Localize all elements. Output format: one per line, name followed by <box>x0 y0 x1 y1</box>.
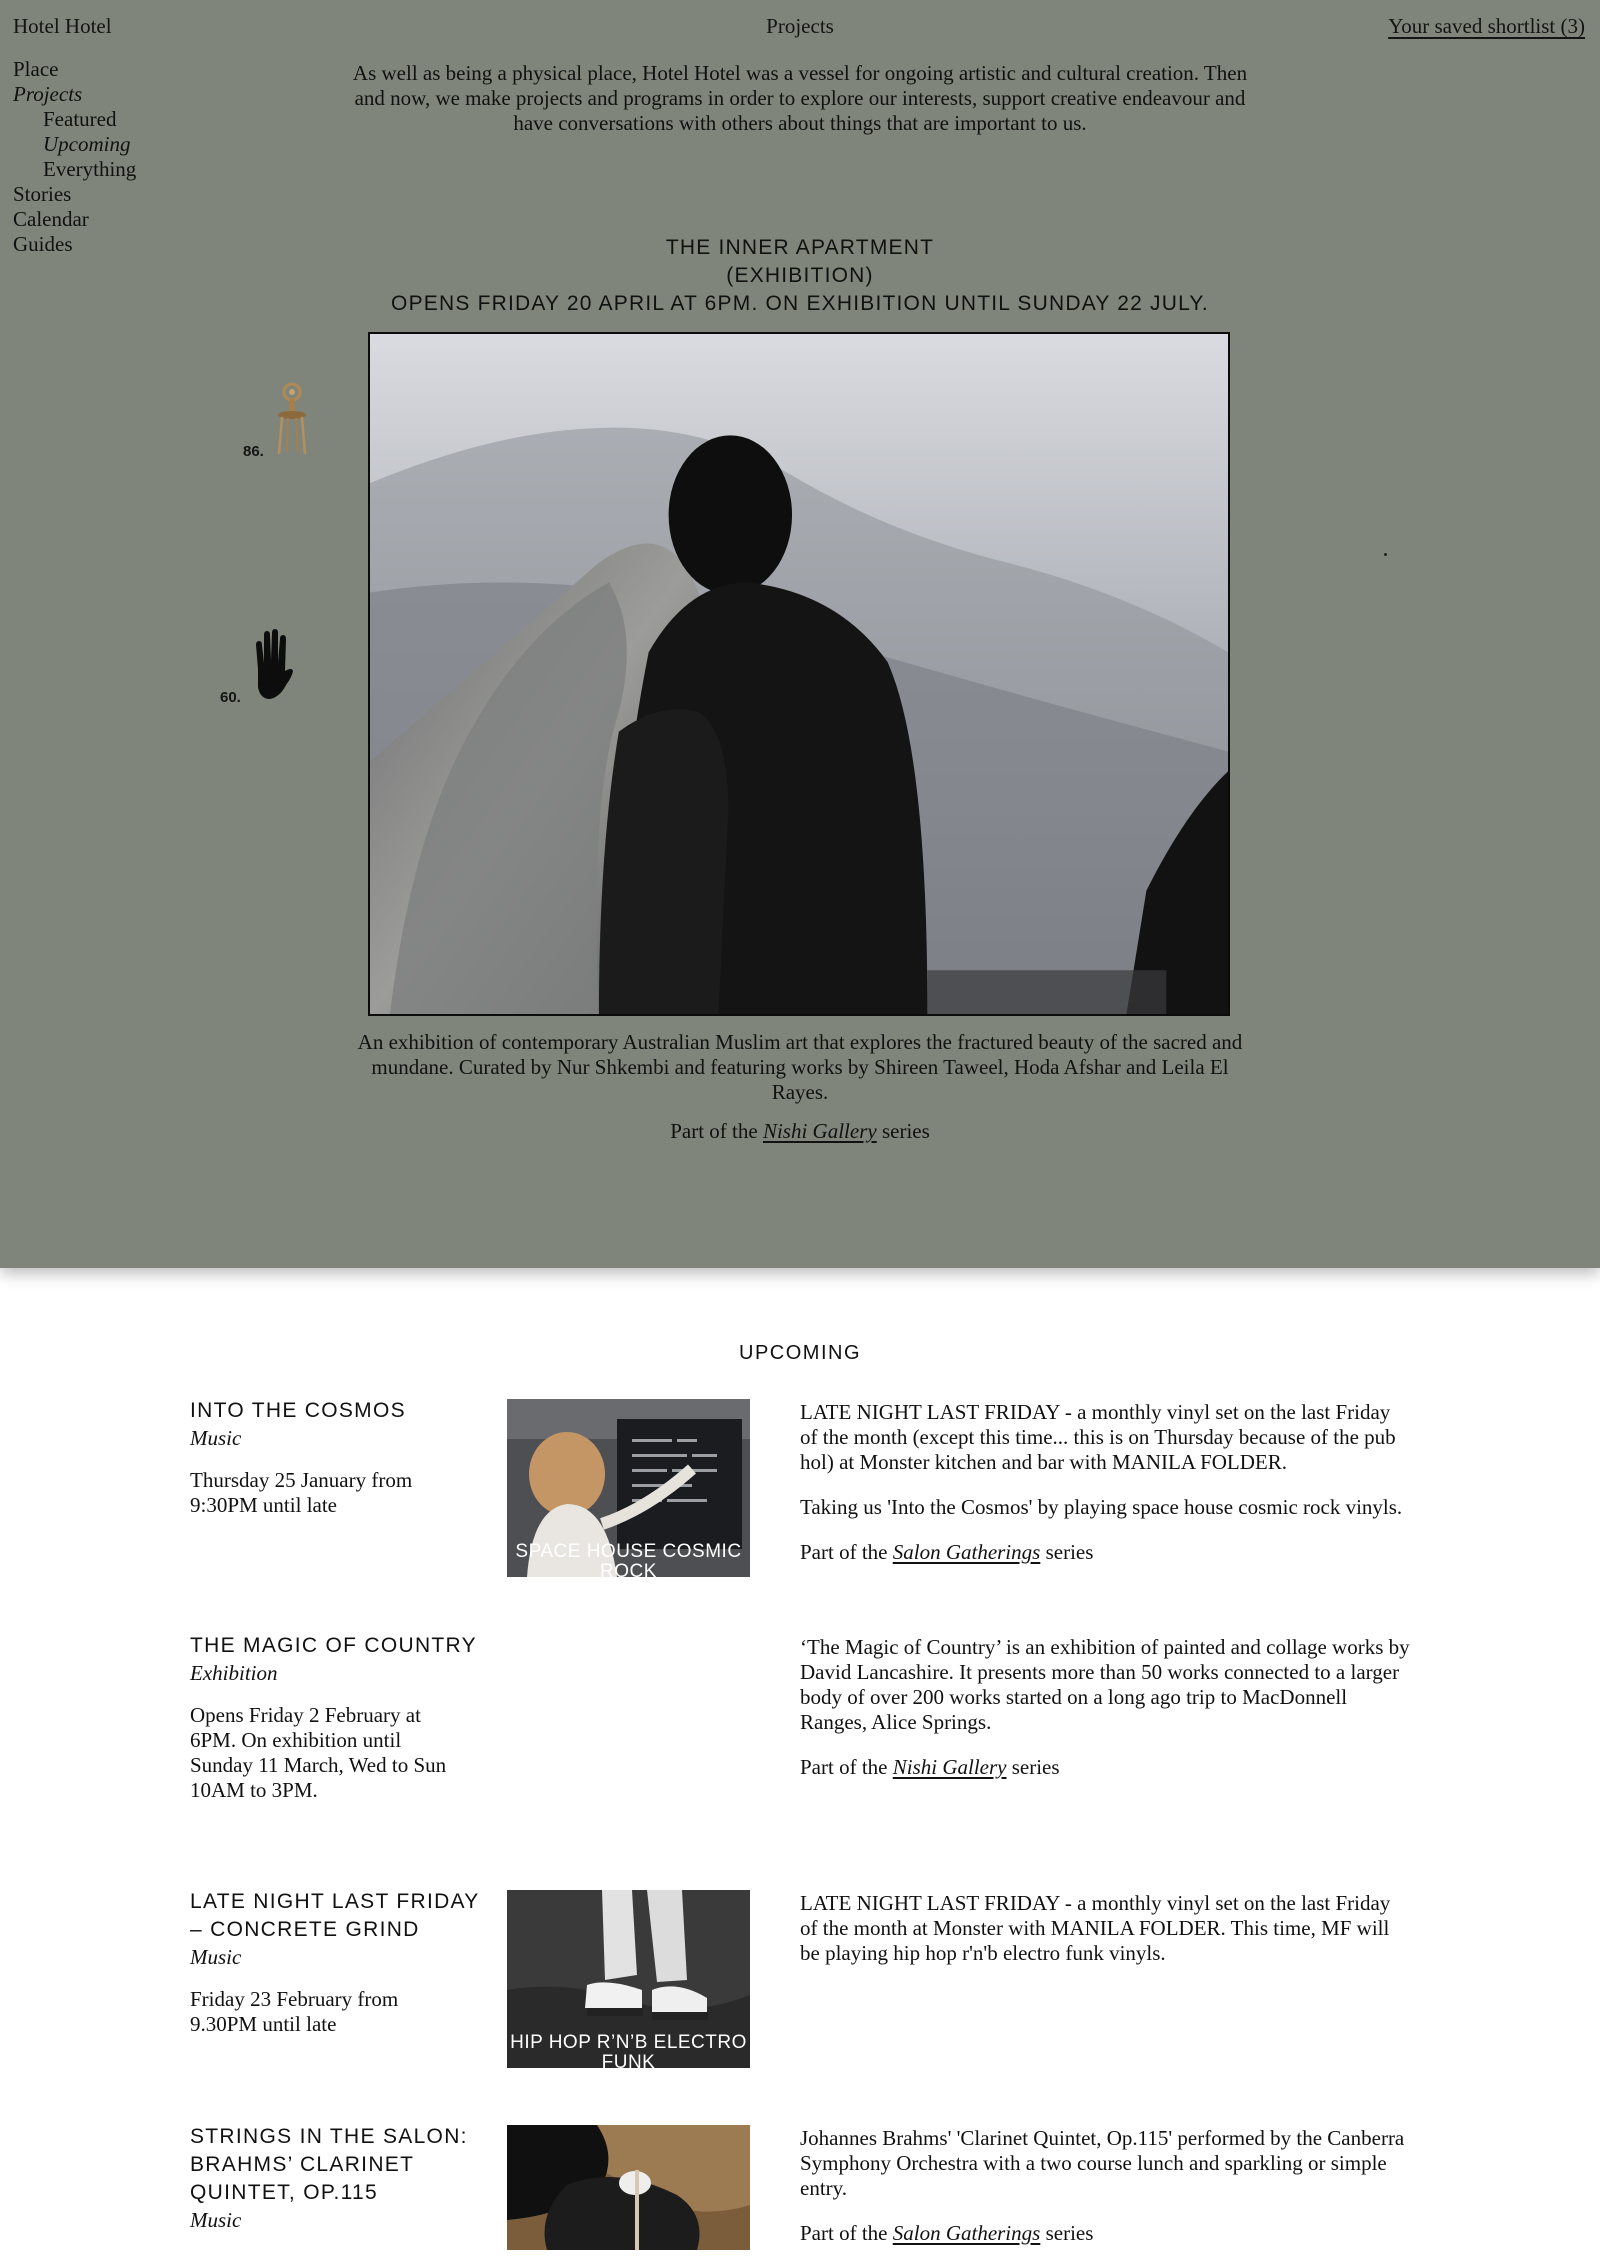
shortlist-item-chair[interactable] <box>270 378 310 458</box>
event-description: ‘The Magic of Country’ is an exhibition … <box>800 1635 1410 1800</box>
series-prefix: Part of the <box>800 1540 888 1564</box>
event-thumbnail[interactable]: SPACE HOUSE COSMIC ROCK <box>507 1399 750 1577</box>
event-series: Part of the Salon Gatherings series <box>800 2221 1410 2246</box>
event-category: Music <box>190 1426 242 1450</box>
event-description: LATE NIGHT LAST FRIDAY - a monthly vinyl… <box>800 1891 1410 1986</box>
featured-hero: Hotel Hotel Projects Your saved shortlis… <box>0 0 1600 1268</box>
shortlist-number: 60. <box>220 689 241 706</box>
chair-icon <box>277 382 307 455</box>
featured-description: An exhibition of contemporary Australian… <box>357 1030 1243 1104</box>
series-suffix: series <box>1045 1540 1094 1564</box>
nav-item-place[interactable]: Place <box>13 57 136 82</box>
shortlist-item-hand[interactable] <box>248 625 294 705</box>
event-paragraph: ‘The Magic of Country’ is an exhibition … <box>800 1635 1410 1734</box>
event-title-block[interactable]: Late Night Last Friday – Concrete Grind … <box>190 1888 480 2037</box>
exhibition-photo <box>370 334 1228 1014</box>
event-description: LATE NIGHT LAST FRIDAY - a monthly vinyl… <box>800 1400 1410 1585</box>
event-paragraph: Taking us 'Into the Cosmos' by playing s… <box>800 1495 1403 1519</box>
event-thumbnail-label: HIP HOP R’N’B ELECTRO FUNK <box>510 2032 747 2069</box>
event-paragraph: Johannes Brahms' 'Clarinet Quintet, Op.1… <box>800 2126 1405 2200</box>
decorative-dot <box>1384 553 1387 556</box>
event-title-block[interactable]: The Magic of Country Exhibition Opens Fr… <box>190 1632 480 1803</box>
featured-dates: Opens Friday 20 April at 6PM. On exhibit… <box>391 292 1209 315</box>
series-prefix: Part of the <box>670 1119 758 1143</box>
section-title[interactable]: Projects <box>766 14 834 38</box>
site-title-link[interactable]: Hotel Hotel <box>13 13 112 39</box>
series-suffix: series <box>1045 2221 1094 2245</box>
section-title-bar: Projects <box>0 13 1600 39</box>
series-link-salon-gatherings[interactable]: Salon Gatherings <box>893 2221 1041 2245</box>
event-date: Friday 23 February from 9.30PM until lat… <box>190 1987 399 2036</box>
nav-item-stories[interactable]: Stories <box>13 182 136 207</box>
event-series: Part of the Salon Gatherings series <box>800 1540 1410 1565</box>
event-category: Music <box>190 1945 242 1969</box>
side-navigation: Place Projects Featured Upcoming Everyth… <box>13 57 136 257</box>
upcoming-heading: UPCOMING <box>739 1342 861 1364</box>
event-title[interactable]: The Magic of Country <box>190 1632 480 1660</box>
nav-item-calendar[interactable]: Calendar <box>13 207 136 232</box>
event-paragraph: LATE NIGHT LAST FRIDAY - a monthly vinyl… <box>800 1891 1391 1965</box>
event-title[interactable]: Into the Cosmos <box>190 1397 480 1425</box>
event-title-block[interactable]: Into the Cosmos Music Thursday 25 Januar… <box>190 1397 480 1518</box>
event-title[interactable]: Late Night Last Friday – Concrete Grind <box>190 1888 480 1944</box>
series-link-nishi-gallery[interactable]: Nishi Gallery <box>893 1755 1007 1779</box>
nav-item-projects[interactable]: Projects <box>13 82 136 107</box>
nav-item-upcoming[interactable]: Upcoming <box>13 132 136 157</box>
event-date: Opens Friday 2 February at 6PM. On exhib… <box>190 1703 447 1802</box>
event-title[interactable]: Strings in the Salon: Brahms’ Clarinet Q… <box>190 2123 480 2207</box>
featured-heading[interactable]: The Inner Apartment (Exhibition) Opens F… <box>0 234 1600 318</box>
nav-item-everything[interactable]: Everything <box>13 157 136 182</box>
featured-image[interactable] <box>368 332 1230 1016</box>
series-prefix: Part of the <box>800 1755 888 1779</box>
event-date: Thursday 25 January from 9:30PM until la… <box>190 1468 413 1517</box>
event-paragraph: LATE NIGHT LAST FRIDAY - a monthly vinyl… <box>800 1400 1396 1474</box>
featured-series: Part of the Nishi Gallery series <box>0 1119 1600 1144</box>
series-suffix: series <box>881 1119 930 1143</box>
series-prefix: Part of the <box>800 2221 888 2245</box>
event-thumbnail-label: SPACE HOUSE COSMIC ROCK <box>515 1541 742 1578</box>
event-category: Music <box>190 2208 242 2232</box>
hand-icon <box>256 629 293 699</box>
featured-category: (Exhibition) <box>726 264 874 287</box>
event-thumbnail[interactable]: HIP HOP R’N’B ELECTRO FUNK <box>507 1890 750 2068</box>
event-series: Part of the Nishi Gallery series <box>800 1755 1410 1780</box>
intro-text: As well as being a physical place, Hotel… <box>352 61 1248 135</box>
saved-shortlist-link[interactable]: Your saved shortlist (3) <box>1388 13 1585 39</box>
event-thumbnail[interactable] <box>507 2125 750 2250</box>
series-suffix: series <box>1011 1755 1060 1779</box>
event-photo <box>507 2125 750 2250</box>
shortlist-number: 86. <box>243 443 264 460</box>
event-title-block[interactable]: Strings in the Salon: Brahms’ Clarinet Q… <box>190 2123 480 2234</box>
series-link-salon-gatherings[interactable]: Salon Gatherings <box>893 1540 1041 1564</box>
nav-item-featured[interactable]: Featured <box>13 107 136 132</box>
event-description: Johannes Brahms' 'Clarinet Quintet, Op.1… <box>800 2126 1410 2266</box>
series-link-nishi-gallery[interactable]: Nishi Gallery <box>763 1119 877 1143</box>
featured-title[interactable]: The Inner Apartment <box>0 234 1600 262</box>
event-category: Exhibition <box>190 1661 278 1685</box>
